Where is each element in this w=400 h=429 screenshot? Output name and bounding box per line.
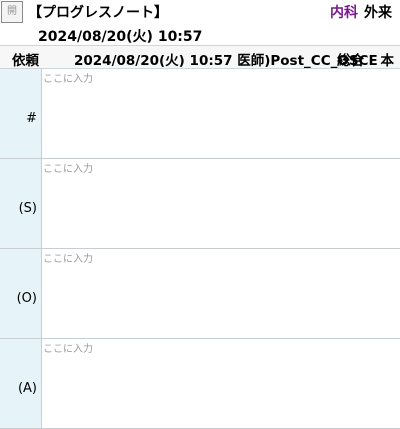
section-label: # [0,69,42,158]
note-header: 開 【プログレスノート】 内科 外来 2024/08/20(火) 10:57 [0,0,400,45]
section-subjective: (S) ここに入力 [0,159,400,249]
department-info: 内科 外来 [330,2,392,22]
objective-input[interactable]: ここに入力 [42,249,400,338]
assessment-input[interactable]: ここに入力 [42,339,400,428]
request-label: 依頼 [12,53,39,69]
section-assessment: (A) ここに入力 [0,339,400,429]
request-meta: 2024/08/20(火) 10:57 医師)Post_CC_OSCE [74,53,378,69]
section-objective: (O) ここに入力 [0,249,400,339]
request-book: 本 [380,53,395,69]
input-placeholder: ここに入力 [43,164,93,175]
open-button[interactable]: 開 [1,1,23,23]
section-label: (O) [0,249,42,338]
visit-type-label: 外来 [364,5,392,21]
input-placeholder: ここに入力 [43,344,93,355]
input-placeholder: ここに入力 [43,254,93,265]
note-datetime: 2024/08/20(火) 10:57 [38,29,203,45]
department-label: 内科 [330,5,358,21]
section-problem: # ここに入力 [0,69,400,159]
subjective-input[interactable]: ここに入力 [42,159,400,248]
note-title: 【プログレスノート】 [28,5,168,21]
input-placeholder: ここに入力 [43,74,93,85]
request-kind: 総合 [337,53,364,69]
request-bar: 依頼 2024/08/20(火) 10:57 医師)Post_CC_OSCE 総… [0,45,400,69]
section-label: (S) [0,159,42,248]
problem-input[interactable]: ここに入力 [42,69,400,158]
section-label: (A) [0,339,42,428]
